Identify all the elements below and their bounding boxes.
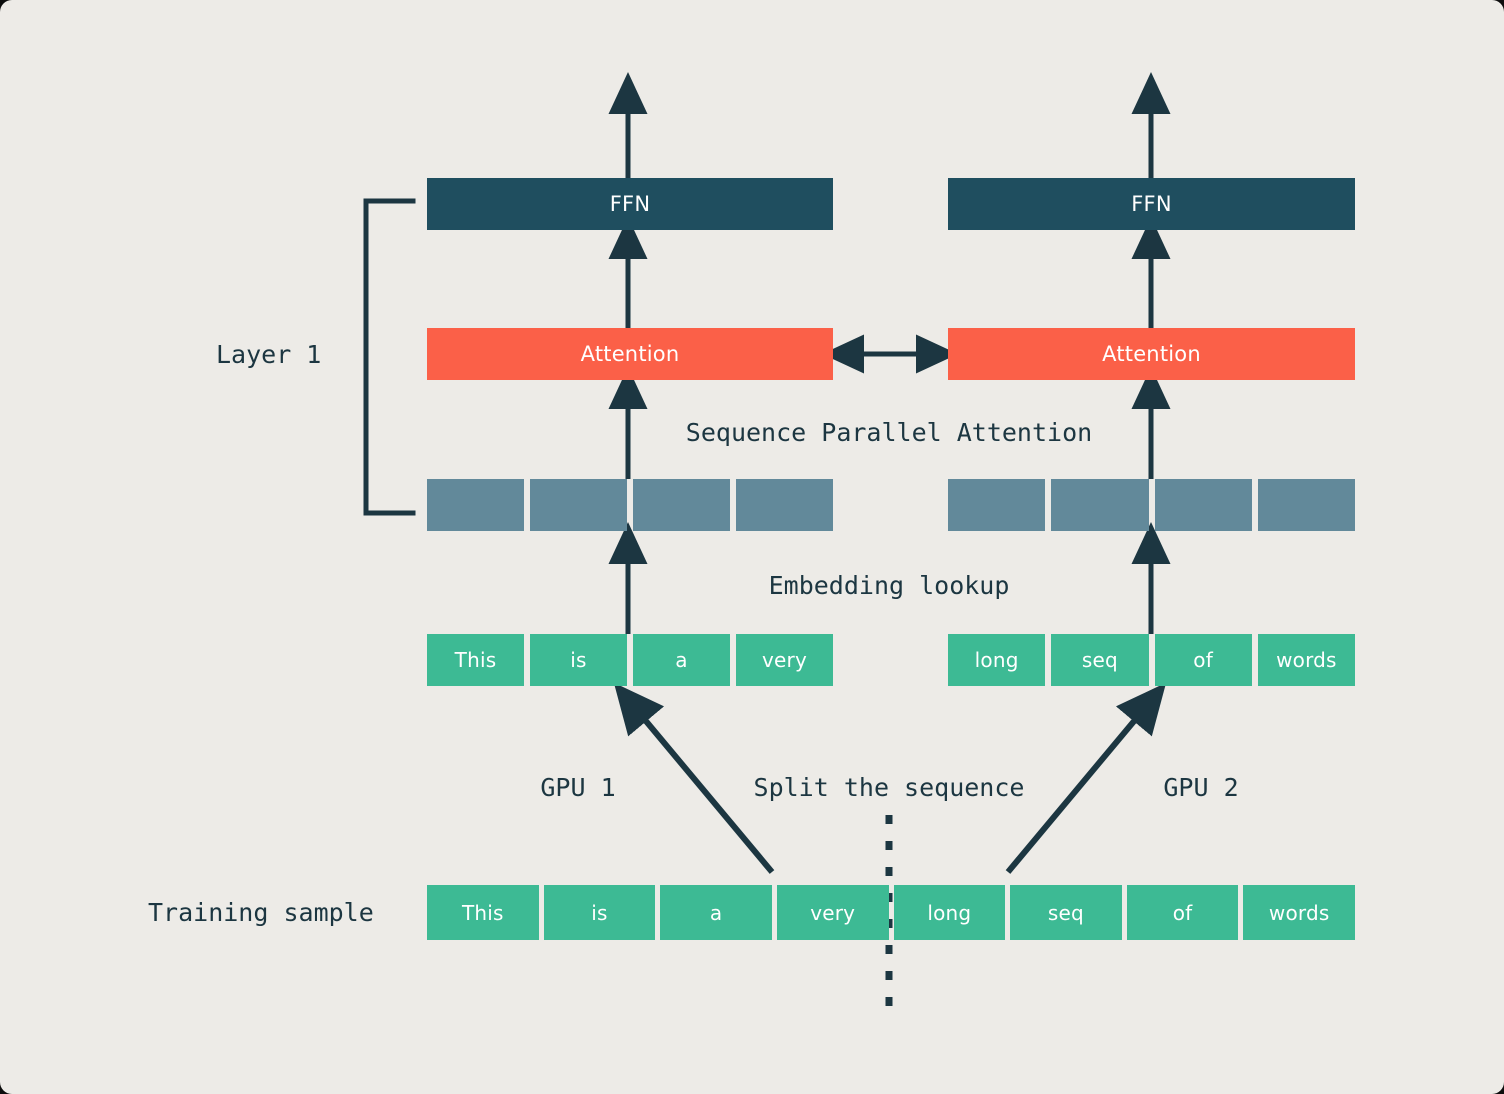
attention-left-label: Attention: [580, 341, 680, 366]
token-label: very: [762, 648, 807, 672]
training-token-chip: a: [660, 885, 772, 940]
sequence-parallel-attention-label: Sequence Parallel Attention: [685, 418, 1093, 447]
token-label: a: [709, 900, 723, 925]
embedding-slot: [530, 479, 627, 531]
attention-block-gpu1: Attention: [427, 328, 833, 380]
token-label: of: [1193, 648, 1213, 672]
training-token-chip: This: [427, 885, 539, 940]
ffn-block-gpu2: FFN: [948, 178, 1355, 230]
token-chip: seq: [1051, 634, 1149, 686]
gpu-2-label: GPU 2: [1163, 773, 1239, 802]
layer-bracket: [363, 198, 416, 516]
ffn-left-label: FFN: [609, 191, 651, 216]
embedding-slot: [1257, 479, 1355, 531]
training-token-chip: very: [776, 885, 889, 940]
token-label: seq: [1081, 648, 1118, 672]
ffn-right-label: FFN: [1131, 191, 1172, 216]
embedding-slot: [1051, 479, 1149, 531]
split-arrow-gpu2: [1005, 682, 1167, 874]
token-label: This: [454, 648, 497, 672]
token-row-gpu2: long seq of words: [948, 634, 1355, 686]
token-label: a: [675, 648, 688, 672]
token-label: very: [810, 900, 856, 925]
token-label: is: [591, 900, 608, 925]
training-token-chip: words: [1243, 885, 1355, 940]
attention-right-label: Attention: [1102, 341, 1201, 366]
token-chip: very: [736, 634, 833, 686]
gpu-1-label: GPU 1: [540, 773, 616, 802]
training-token-chip: seq: [1010, 885, 1122, 940]
embedding-lookup-label: Embedding lookup: [768, 571, 1010, 600]
embedding-slot: [948, 479, 1046, 531]
training-token-chip: is: [543, 885, 656, 940]
token-chip: words: [1257, 634, 1355, 686]
training-token-chip: long: [893, 885, 1006, 940]
token-chip: This: [427, 634, 524, 686]
attention-block-gpu2: Attention: [948, 328, 1355, 380]
token-label: words: [1276, 648, 1337, 672]
token-label: of: [1172, 900, 1193, 925]
ffn-block-gpu1: FFN: [427, 178, 833, 230]
token-chip: of: [1154, 634, 1252, 686]
token-label: words: [1268, 900, 1330, 925]
token-chip: long: [948, 634, 1046, 686]
split-arrow-gpu1: [613, 682, 775, 874]
embedding-row-gpu1: [427, 479, 833, 531]
diagram-canvas: FFN FFN Attention Attention This is a ve…: [0, 0, 1504, 1094]
token-label: is: [570, 648, 587, 672]
embedding-slot: [736, 479, 833, 531]
training-sample-row: This is a very long seq of words: [427, 885, 1355, 940]
token-chip: a: [633, 634, 730, 686]
token-label: long: [927, 900, 972, 925]
token-chip: is: [530, 634, 627, 686]
split-the-sequence-label: Split the sequence: [753, 773, 1025, 802]
embedding-slot: [427, 479, 524, 531]
embedding-row-gpu2: [948, 479, 1355, 531]
embedding-slot: [633, 479, 730, 531]
embedding-slot: [1154, 479, 1252, 531]
token-label: long: [974, 648, 1019, 672]
token-label: seq: [1047, 900, 1084, 925]
layer-1-label: Layer 1: [216, 340, 322, 369]
training-sample-label: Training sample: [148, 898, 374, 927]
token-label: This: [461, 900, 504, 925]
training-token-chip: of: [1126, 885, 1239, 940]
token-row-gpu1: This is a very: [427, 634, 833, 686]
